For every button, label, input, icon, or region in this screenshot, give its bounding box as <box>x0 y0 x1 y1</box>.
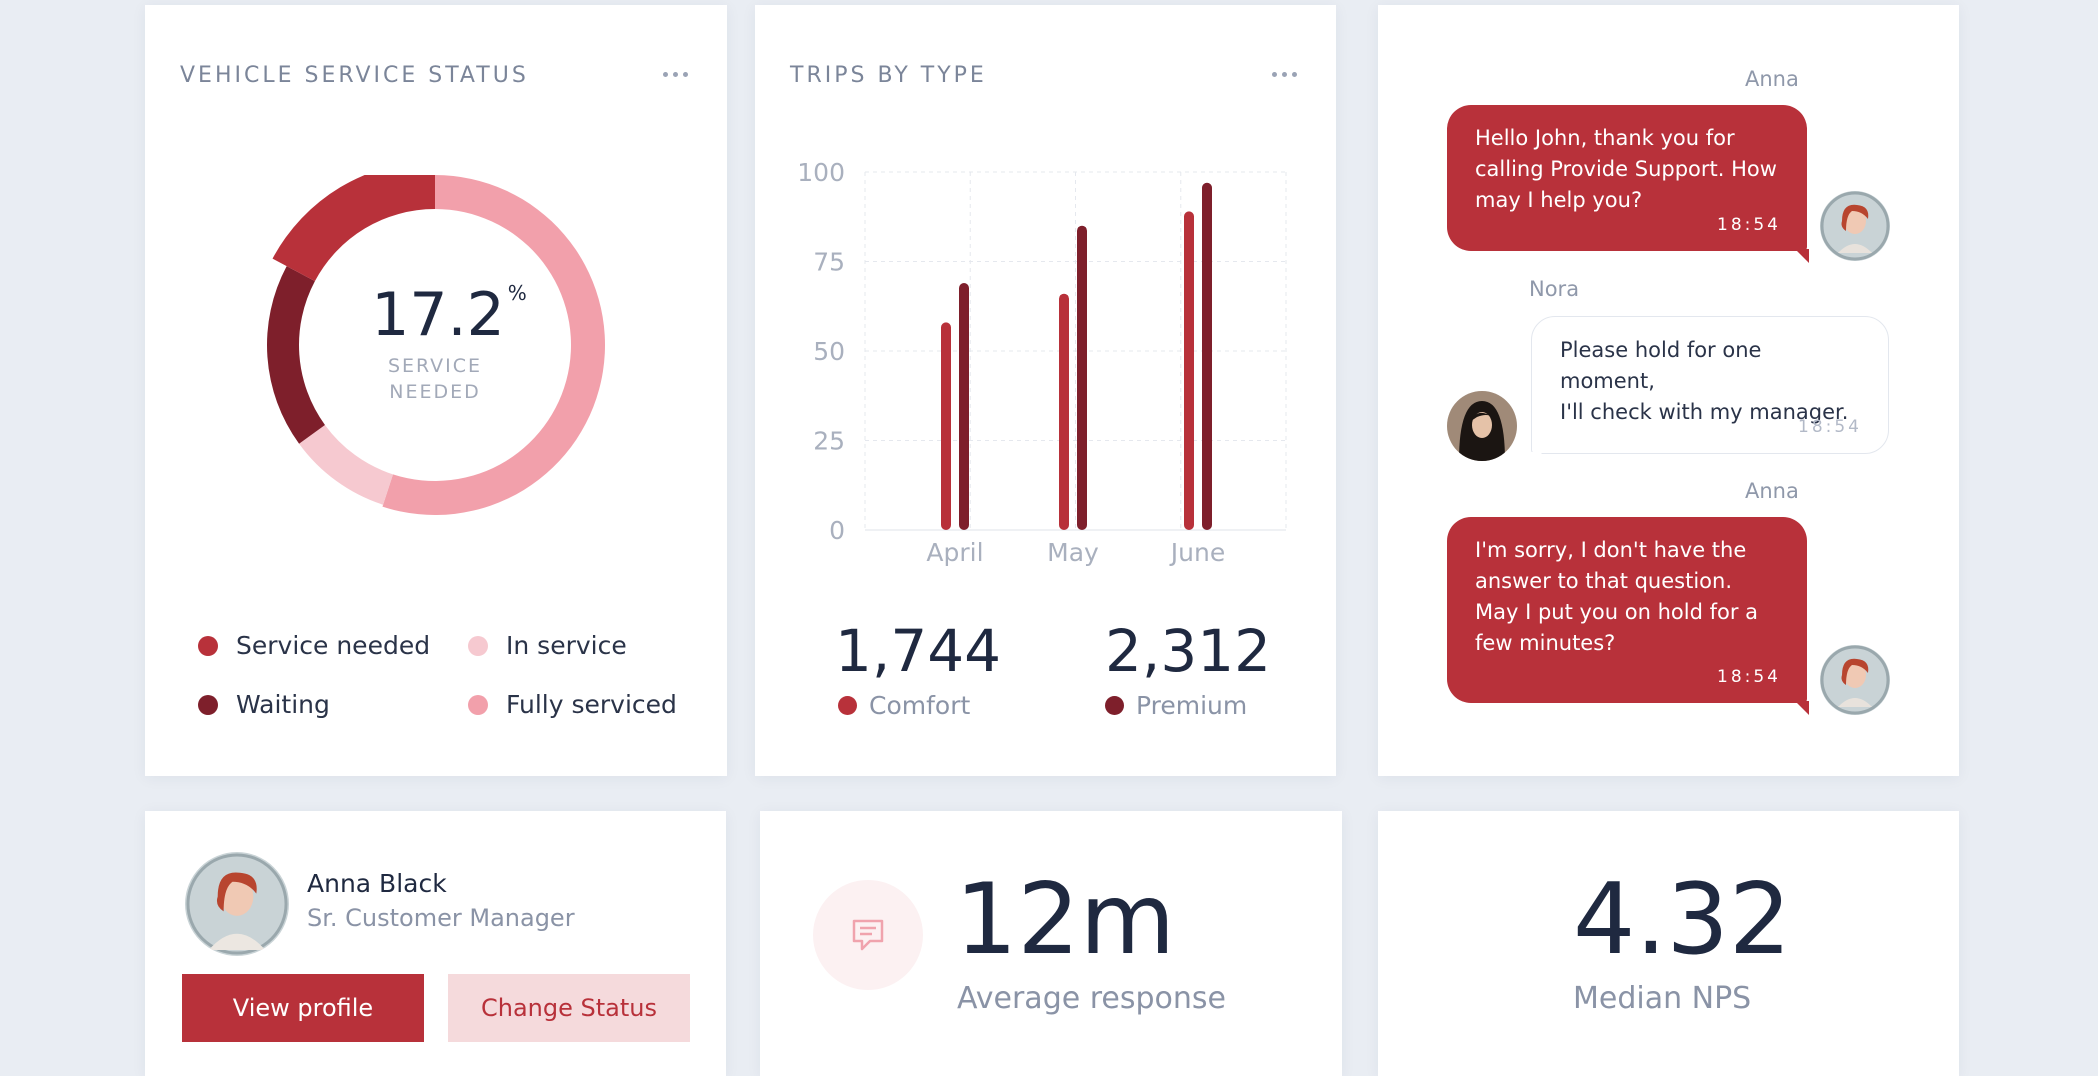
average-response-value: 12m <box>955 863 1176 977</box>
trips-by-type-card: TRIPS BY TYPE 100 75 50 25 0 April May June 1,7… <box>755 5 1336 776</box>
x-tick-label: April <box>926 538 983 567</box>
chat-message-icon <box>813 880 923 990</box>
legend-item-service-needed: Service needed <box>198 631 430 660</box>
bar-comfort-april <box>941 322 951 530</box>
sender-name: Anna <box>1745 479 1799 503</box>
legend-dot <box>468 694 488 715</box>
legend-label: Premium <box>1136 691 1248 720</box>
more-horizontal-icon[interactable] <box>663 72 688 77</box>
legend-dot <box>838 696 857 715</box>
change-status-button[interactable]: Change Status <box>448 974 690 1042</box>
legend-dot <box>1105 696 1124 715</box>
profile-avatar[interactable] <box>185 852 289 956</box>
average-response-card: 12m Average response <box>760 811 1342 1076</box>
median-nps-value: 4.32 <box>1573 863 1792 977</box>
legend-label: Service needed <box>236 631 431 660</box>
view-profile-button[interactable]: View profile <box>182 974 424 1042</box>
y-tick-label: 50 <box>813 337 845 366</box>
y-tick-label: 0 <box>829 516 845 545</box>
bar-premium-april <box>959 282 969 530</box>
chat-card: Anna Hello John, thank you for calling P… <box>1378 5 1959 776</box>
legend-dot <box>198 694 218 715</box>
legend-label: In service <box>506 631 627 660</box>
premium-legend: Premium <box>1105 691 1247 720</box>
median-nps-card: 4.32 Median NPS <box>1378 811 1959 1076</box>
bar-premium-may <box>1077 225 1087 530</box>
legend-label: Fully serviced <box>506 690 677 719</box>
trips-bar-chart: 100 75 50 25 0 April May June <box>797 158 1287 567</box>
avatar-anna[interactable] <box>1820 645 1890 715</box>
comfort-total: 1,744 <box>835 617 1002 685</box>
legend-label: Comfort <box>869 691 971 720</box>
legend-dot <box>198 635 218 656</box>
y-tick-label: 100 <box>797 158 845 187</box>
chat-message-incoming: I'm sorry, I don't have the answer to th… <box>1447 517 1809 715</box>
avatar-nora[interactable] <box>1447 391 1517 461</box>
y-tick-label: 75 <box>813 248 845 277</box>
average-response-label: Average response <box>957 981 1226 1016</box>
legend-item-waiting: Waiting <box>198 690 330 719</box>
vehicle-service-status-card: VEHICLE SERVICE STATUS 17.2% SERVICE NEE… <box>145 5 727 776</box>
profile-card: Anna Black Sr. Customer Manager View pro… <box>145 811 726 1076</box>
card-title: TRIPS BY TYPE <box>790 63 987 88</box>
message-time: 18:54 <box>1717 215 1781 235</box>
x-tick-label: May <box>1047 538 1099 567</box>
chat-message-outgoing: Please hold for one moment, I'll check w… <box>1531 316 1889 464</box>
legend-label: Waiting <box>236 690 330 719</box>
sender-name: Nora <box>1529 277 1580 301</box>
premium-total: 2,312 <box>1105 617 1272 685</box>
message-time: 18:54 <box>1798 417 1862 437</box>
percent-sign: % <box>507 281 527 305</box>
legend-item-fully-serviced: Fully serviced <box>468 690 677 719</box>
more-horizontal-icon[interactable] <box>1272 72 1297 77</box>
donut-center: 17.2% SERVICE NEEDED <box>265 175 605 515</box>
avatar-anna[interactable] <box>1820 191 1890 261</box>
y-tick-label: 25 <box>813 427 845 456</box>
sender-name: Anna <box>1745 67 1799 91</box>
median-nps-label: Median NPS <box>1573 981 1752 1016</box>
legend-item-in-service: In service <box>468 631 627 660</box>
profile-name: Anna Black <box>307 869 447 898</box>
donut-label: SERVICE NEEDED <box>387 355 483 403</box>
x-tick-label: June <box>1169 538 1225 567</box>
comfort-legend: Comfort <box>838 691 970 720</box>
bar-comfort-june <box>1184 211 1194 530</box>
bar-premium-june <box>1202 182 1212 531</box>
message-time: 18:54 <box>1717 667 1781 687</box>
card-title: VEHICLE SERVICE STATUS <box>180 63 529 88</box>
profile-role: Sr. Customer Manager <box>307 904 575 932</box>
bar-comfort-may <box>1059 293 1069 530</box>
service-needed-value: 17.2% <box>371 280 527 350</box>
chat-message-incoming: Hello John, thank you for calling Provid… <box>1447 105 1809 263</box>
legend-dot <box>468 635 488 656</box>
